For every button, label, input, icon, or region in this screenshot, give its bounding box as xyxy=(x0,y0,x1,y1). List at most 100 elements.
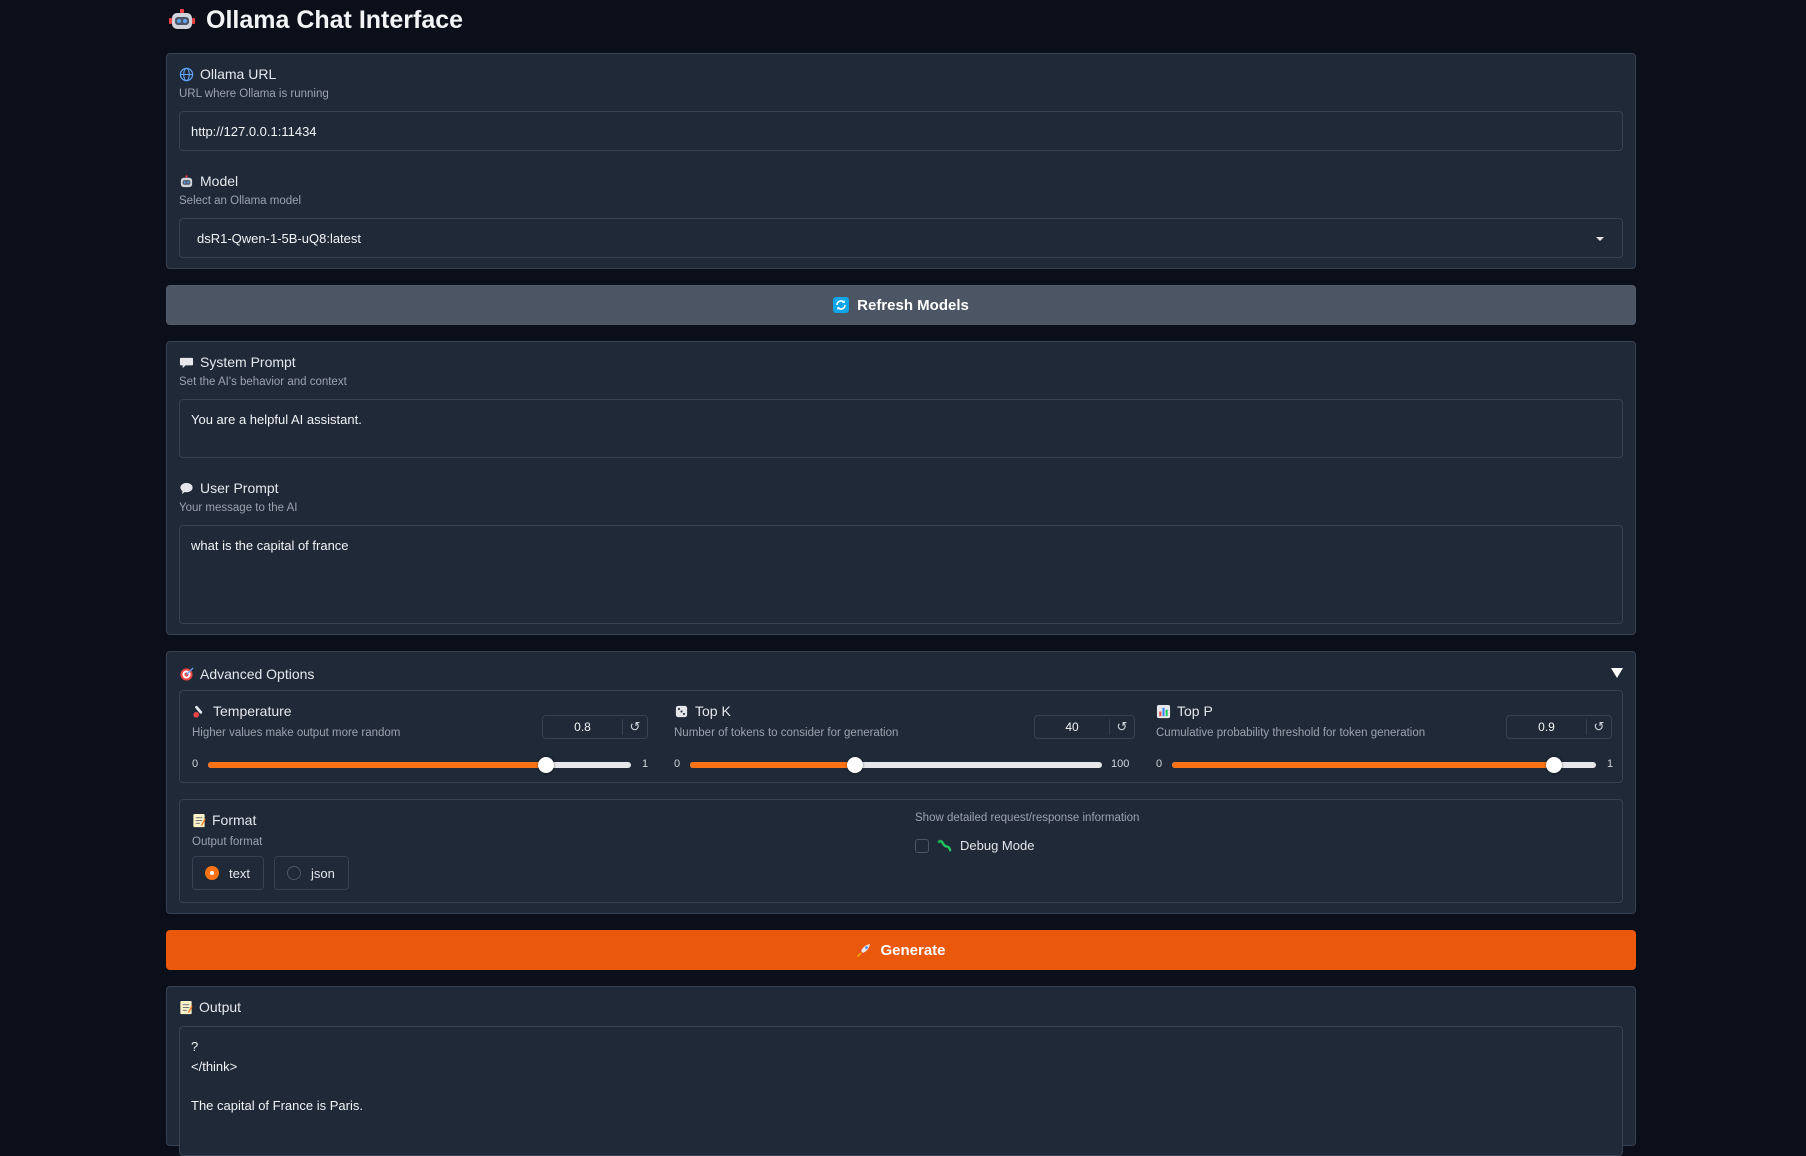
speech-bubble-icon xyxy=(179,355,194,370)
top-p-number-input[interactable]: 0.9 ↺ xyxy=(1506,715,1612,739)
user-prompt-label: User Prompt xyxy=(179,480,298,496)
advanced-options-label-text: Advanced Options xyxy=(200,666,315,682)
radio-unchecked-icon[interactable] xyxy=(287,866,301,880)
bug-icon xyxy=(937,838,952,853)
top-k-label-text: Top K xyxy=(695,703,731,719)
top-p-slider-group: Top P Cumulative probability threshold f… xyxy=(1156,691,1614,784)
top-p-label: Top P xyxy=(1156,703,1213,719)
refresh-icon xyxy=(833,297,850,313)
temperature-value: 0.8 xyxy=(574,720,591,734)
temperature-number-input[interactable]: 0.8 ↺ xyxy=(542,715,648,739)
output-textarea[interactable]: ? </think> The capital of France is Pari… xyxy=(179,1026,1623,1156)
format-label-text: Format xyxy=(212,812,257,828)
model-label: Model xyxy=(179,173,301,189)
thermometer-icon xyxy=(192,704,207,719)
ollama-url-value: http://127.0.0.1:11434 xyxy=(191,123,317,139)
system-prompt-textarea[interactable]: You are a helpful AI assistant. xyxy=(179,399,1623,458)
debug-mode-checkbox-row[interactable]: Debug Mode xyxy=(915,838,1034,853)
dice-icon xyxy=(674,704,689,719)
temperature-slider-group: Temperature Higher values make output mo… xyxy=(192,691,648,784)
top-p-min-label: 0 xyxy=(1156,758,1163,770)
top-p-max-label: 1 xyxy=(1607,758,1614,770)
top-p-info: Cumulative probability threshold for tok… xyxy=(1156,727,1426,739)
format-option-text[interactable]: text xyxy=(192,856,264,890)
top-p-reset-button[interactable]: ↺ xyxy=(1586,719,1611,735)
format-debug-row: Format Output format text json Show deta… xyxy=(179,799,1623,903)
format-option-json[interactable]: json xyxy=(274,856,349,890)
output-panel: Output ? </think> The capital of France … xyxy=(166,986,1636,1156)
debug-mode-label: Debug Mode xyxy=(960,838,1035,853)
format-info: Output format xyxy=(192,836,263,848)
page-title-text: Ollama Chat Interface xyxy=(206,5,464,34)
format-label: Format xyxy=(192,812,256,828)
model-label-text: Model xyxy=(200,173,239,189)
system-prompt-info: Set the AI's behavior and context xyxy=(179,376,347,388)
system-prompt-value: You are a helpful AI assistant. xyxy=(191,412,362,427)
model-info: Select an Ollama model xyxy=(179,195,302,207)
user-prompt-info: Your message to the AI xyxy=(179,502,298,514)
bar-chart-icon xyxy=(1156,704,1171,719)
user-prompt-label-text: User Prompt xyxy=(200,480,279,496)
top-p-label-text: Top P xyxy=(1177,703,1213,719)
robot-icon xyxy=(168,6,196,34)
advanced-options-header[interactable]: Advanced Options xyxy=(179,664,1623,684)
output-label-text: Output xyxy=(199,999,242,1015)
temperature-label: Temperature xyxy=(192,703,292,719)
debug-mode-checkbox[interactable] xyxy=(915,838,929,853)
system-prompt-label: System Prompt xyxy=(179,354,347,370)
connection-panel: Ollama URL URL where Ollama is running h… xyxy=(166,53,1636,269)
temperature-slider-thumb[interactable] xyxy=(538,757,555,773)
ollama-url-input[interactable]: http://127.0.0.1:11434 xyxy=(179,111,1623,151)
output-line: </think> xyxy=(191,1058,238,1074)
model-select[interactable]: dsR1-Qwen-1-5B-uQ8:latest xyxy=(179,218,1623,258)
top-k-slider-fill xyxy=(690,762,855,768)
temperature-reset-button[interactable]: ↺ xyxy=(622,719,647,735)
top-k-min-label: 0 xyxy=(674,758,681,770)
rocket-icon xyxy=(856,942,872,958)
advanced-options-accordion: Advanced Options Temperature Higher valu… xyxy=(166,651,1636,914)
top-k-value: 40 xyxy=(1065,720,1079,734)
app-root: Ollama Chat Interface Ollama URL URL whe… xyxy=(0,0,1806,1156)
model-selected-value: dsR1-Qwen-1-5B-uQ8:latest xyxy=(197,230,362,246)
system-prompt-label-text: System Prompt xyxy=(200,354,296,370)
memo-icon xyxy=(192,813,206,828)
format-option-json-label: json xyxy=(311,865,335,881)
chat-bubble-icon xyxy=(179,481,194,496)
refresh-models-button[interactable]: Refresh Models xyxy=(166,285,1636,325)
radio-checked-icon[interactable] xyxy=(205,866,219,880)
top-k-info: Number of tokens to consider for generat… xyxy=(674,727,899,739)
generate-label: Generate xyxy=(880,941,946,959)
prompts-panel: System Prompt Set the AI's behavior and … xyxy=(166,341,1636,635)
top-k-slider-thumb[interactable] xyxy=(846,757,863,773)
top-k-number-input[interactable]: 40 ↺ xyxy=(1034,715,1135,739)
temperature-slider[interactable] xyxy=(208,757,631,773)
temperature-info: Higher values make output more random xyxy=(192,727,401,739)
top-p-value: 0.9 xyxy=(1538,720,1555,734)
url-label: Ollama URL xyxy=(179,66,329,82)
page-title: Ollama Chat Interface xyxy=(168,2,463,38)
chevron-down-icon[interactable] xyxy=(1594,231,1606,246)
output-line: ? xyxy=(191,1039,199,1054)
refresh-models-label: Refresh Models xyxy=(857,296,969,314)
sliders-row: Temperature Higher values make output mo… xyxy=(179,690,1623,783)
temperature-max-label: 1 xyxy=(642,758,649,770)
url-info: URL where Ollama is running xyxy=(179,88,329,100)
globe-icon xyxy=(179,67,194,82)
generate-button[interactable]: Generate xyxy=(166,930,1636,970)
top-k-slider[interactable] xyxy=(690,757,1102,773)
system-prompt-label-group: System Prompt Set the AI's behavior and … xyxy=(179,354,347,388)
temperature-min-label: 0 xyxy=(192,758,199,770)
top-k-max-label: 100 xyxy=(1111,758,1130,770)
top-p-slider-fill xyxy=(1172,762,1554,768)
top-k-label: Top K xyxy=(674,703,731,719)
top-k-reset-button[interactable]: ↺ xyxy=(1109,719,1134,735)
user-prompt-textarea[interactable]: what is the capital of france xyxy=(179,525,1623,624)
output-label: Output xyxy=(179,999,241,1015)
output-line: The capital of France is Paris. xyxy=(191,1097,363,1113)
temperature-label-text: Temperature xyxy=(213,703,292,719)
top-p-slider[interactable] xyxy=(1172,757,1596,773)
top-p-slider-thumb[interactable] xyxy=(1545,757,1562,773)
triangle-down-icon[interactable] xyxy=(1611,665,1623,683)
model-label-group: Model Select an Ollama model xyxy=(179,173,301,207)
